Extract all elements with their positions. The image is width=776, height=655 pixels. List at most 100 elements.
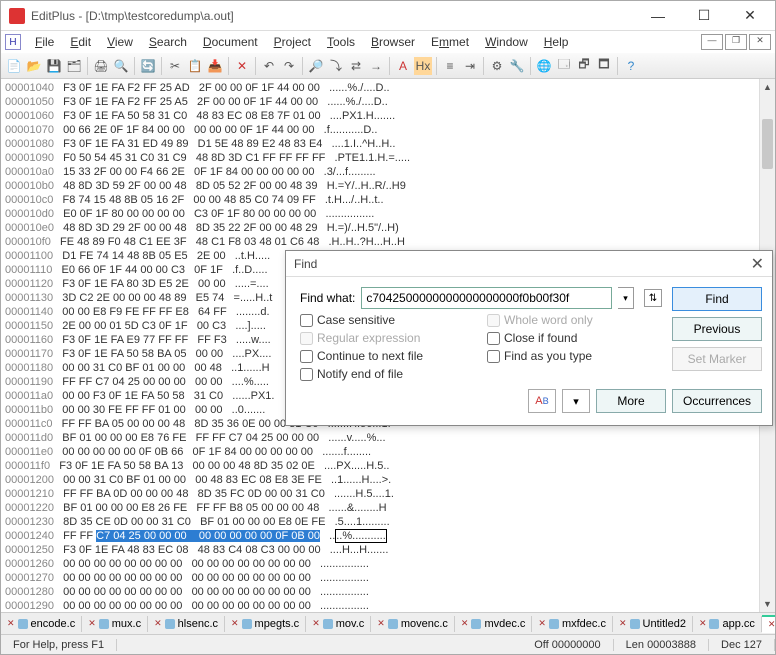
tab-close-icon[interactable]: ✕	[7, 618, 15, 629]
browser3-icon[interactable]: 🗗	[575, 57, 593, 75]
tab-close-icon[interactable]: ✕	[768, 619, 775, 630]
tools-icon[interactable]: 🔧	[508, 57, 526, 75]
menu-emmet[interactable]: Emmet	[423, 33, 477, 51]
continue-next-file-checkbox[interactable]: Continue to next file	[300, 349, 475, 363]
find-swap-button[interactable]: ⇅	[644, 289, 662, 307]
cut-icon[interactable]: ✂	[166, 57, 184, 75]
tab-close-icon[interactable]: ✕	[619, 618, 627, 629]
minimize-button[interactable]: —	[635, 2, 681, 30]
hex-row[interactable]: 000010e0 48 8D 3D 29 2F 00 00 48 8D 35 2…	[5, 221, 771, 235]
hex-row[interactable]: 00001250 F3 0F 1E FA 48 83 EC 08 48 83 C…	[5, 543, 771, 557]
hex-row[interactable]: 00001080 F3 0F 1E FA 31 ED 49 89 D1 5E 4…	[5, 137, 771, 151]
scroll-up-icon[interactable]: ▲	[760, 79, 775, 95]
browser2-icon[interactable]: 🗔	[555, 57, 573, 75]
hex-row[interactable]: 000010c0 F8 74 15 48 8B 05 16 2F 00 00 4…	[5, 193, 771, 207]
menu-edit[interactable]: Edit	[62, 33, 99, 51]
more-button[interactable]: More	[596, 389, 666, 413]
menu-document[interactable]: Document	[195, 33, 266, 51]
close-button[interactable]: ✕	[727, 2, 773, 30]
case-sensitive-checkbox[interactable]: Case sensitive	[300, 313, 475, 327]
find-expand-button[interactable]: ▾	[562, 389, 590, 413]
hex-row[interactable]: 000011f0 F3 0F 1E FA 50 58 BA 13 00 00 0…	[5, 459, 771, 473]
open-icon[interactable]: 📂	[25, 57, 43, 75]
wrap-icon[interactable]: ≡	[441, 57, 459, 75]
tab-close-icon[interactable]: ✕	[88, 618, 96, 629]
goto-icon[interactable]: →	[367, 57, 385, 75]
mdi-restore-button[interactable]: ❐	[725, 34, 747, 50]
tab-close-icon[interactable]: ✕	[312, 618, 320, 629]
tab-Untitled2[interactable]: ✕Untitled2	[613, 616, 693, 632]
menu-help[interactable]: Help	[536, 33, 577, 51]
menu-tools[interactable]: Tools	[319, 33, 363, 51]
delete-icon[interactable]: ✕	[233, 57, 251, 75]
hex-row[interactable]: 000010b0 48 8D 3D 59 2F 00 00 48 8D 05 5…	[5, 179, 771, 193]
settings-icon[interactable]: ⚙	[488, 57, 506, 75]
hex-row[interactable]: 00001240 FF FF C7 04 25 00 00 00 00 00 0…	[5, 529, 771, 543]
hex-row[interactable]: 00001050 F3 0F 1E FA F2 FF 25 A5 2F 00 0…	[5, 95, 771, 109]
find-ab-button[interactable]: AB	[528, 389, 556, 413]
indent-icon[interactable]: ⇥	[461, 57, 479, 75]
find-button[interactable]: Find	[672, 287, 762, 311]
menu-view[interactable]: View	[99, 33, 141, 51]
menu-search[interactable]: Search	[141, 33, 195, 51]
hex-row[interactable]: 00001070 00 66 2E 0F 1F 84 00 00 00 00 0…	[5, 123, 771, 137]
tab-a-out[interactable]: ✕a.out	[762, 615, 775, 633]
undo-icon[interactable]: ↶	[260, 57, 278, 75]
saveall-icon[interactable]: 🗂	[65, 57, 83, 75]
tab-close-icon[interactable]: ✕	[154, 618, 162, 629]
find-history-dropdown[interactable]: ▾	[618, 287, 634, 309]
menu-file[interactable]: File	[27, 33, 62, 51]
print-icon[interactable]: 🖨	[92, 57, 110, 75]
tab-app-cc[interactable]: ✕app.cc	[693, 616, 762, 632]
menu-project[interactable]: Project	[266, 33, 319, 51]
hex-row[interactable]: 00001040 F3 0F 1E FA F2 FF 25 AD 2F 00 0…	[5, 81, 771, 95]
hex-row[interactable]: 000010d0 E0 0F 1F 80 00 00 00 00 C3 0F 1…	[5, 207, 771, 221]
find-icon[interactable]: 🔎	[307, 57, 325, 75]
hex-row[interactable]: 00001220 BF 01 00 00 00 E8 26 FE FF FF B…	[5, 501, 771, 515]
tab-close-icon[interactable]: ✕	[699, 618, 707, 629]
hex-mode-icon[interactable]: H	[5, 34, 21, 50]
hex-row[interactable]: 00001260 00 00 00 00 00 00 00 00 00 00 0…	[5, 557, 771, 571]
maximize-button[interactable]: ☐	[681, 2, 727, 30]
close-if-found-checkbox[interactable]: Close if found	[487, 331, 662, 345]
scroll-thumb[interactable]	[762, 119, 773, 169]
browser1-icon[interactable]: 🌐	[535, 57, 553, 75]
redo-icon[interactable]: ↷	[280, 57, 298, 75]
hex-row[interactable]: 00001290 00 00 00 00 00 00 00 00 00 00 0…	[5, 599, 771, 612]
hex-row[interactable]: 000011d0 BF 01 00 00 00 E8 76 FE FF FF C…	[5, 431, 771, 445]
find-as-you-type-checkbox[interactable]: Find as you type	[487, 349, 662, 363]
tab-hlsenc-c[interactable]: ✕hlsenc.c	[148, 616, 225, 632]
hex-row[interactable]: 00001060 F3 0F 1E FA 50 58 31 C0 48 83 E…	[5, 109, 771, 123]
find-close-icon[interactable]: ✕	[751, 254, 764, 274]
tab-close-icon[interactable]: ✕	[377, 618, 385, 629]
save-icon[interactable]: 💾	[45, 57, 63, 75]
tab-close-icon[interactable]: ✕	[538, 618, 546, 629]
paste-icon[interactable]: 📥	[206, 57, 224, 75]
hex-row[interactable]: 00001230 8D 35 CE 0D 00 00 31 C0 BF 01 0…	[5, 515, 771, 529]
tab-mvdec-c[interactable]: ✕mvdec.c	[455, 616, 533, 632]
replace-icon[interactable]: ⇄	[347, 57, 365, 75]
tab-close-icon[interactable]: ✕	[461, 618, 469, 629]
printpreview-icon[interactable]: 🔍	[112, 57, 130, 75]
new-icon[interactable]: 📄	[5, 57, 23, 75]
mdi-minimize-button[interactable]: —	[701, 34, 723, 50]
occurrences-button[interactable]: Occurrences	[672, 389, 762, 413]
browser4-icon[interactable]: 🗖	[595, 57, 613, 75]
mdi-close-button[interactable]: ✕	[749, 34, 771, 50]
tab-encode-c[interactable]: ✕encode.c	[1, 616, 82, 632]
scroll-down-icon[interactable]: ▼	[760, 596, 775, 612]
tab-mxfdec-c[interactable]: ✕mxfdec.c	[532, 616, 613, 632]
menu-window[interactable]: Window	[477, 33, 536, 51]
hex-row[interactable]: 000011e0 00 00 00 00 00 0F 0B 66 0F 1F 8…	[5, 445, 771, 459]
hex-row[interactable]: 00001210 FF FF BA 0D 00 00 00 48 8D 35 F…	[5, 487, 771, 501]
previous-button[interactable]: Previous	[672, 317, 762, 341]
help-icon[interactable]: ?	[622, 57, 640, 75]
hex-row[interactable]: 00001280 00 00 00 00 00 00 00 00 00 00 0…	[5, 585, 771, 599]
copy-icon[interactable]: 📋	[186, 57, 204, 75]
tab-mov-c[interactable]: ✕mov.c	[306, 616, 371, 632]
menu-browser[interactable]: Browser	[363, 33, 423, 51]
notify-eof-checkbox[interactable]: Notify end of file	[300, 367, 475, 381]
find-what-input[interactable]	[361, 287, 612, 309]
tab-close-icon[interactable]: ✕	[231, 618, 239, 629]
tab-movenc-c[interactable]: ✕movenc.c	[371, 616, 455, 632]
